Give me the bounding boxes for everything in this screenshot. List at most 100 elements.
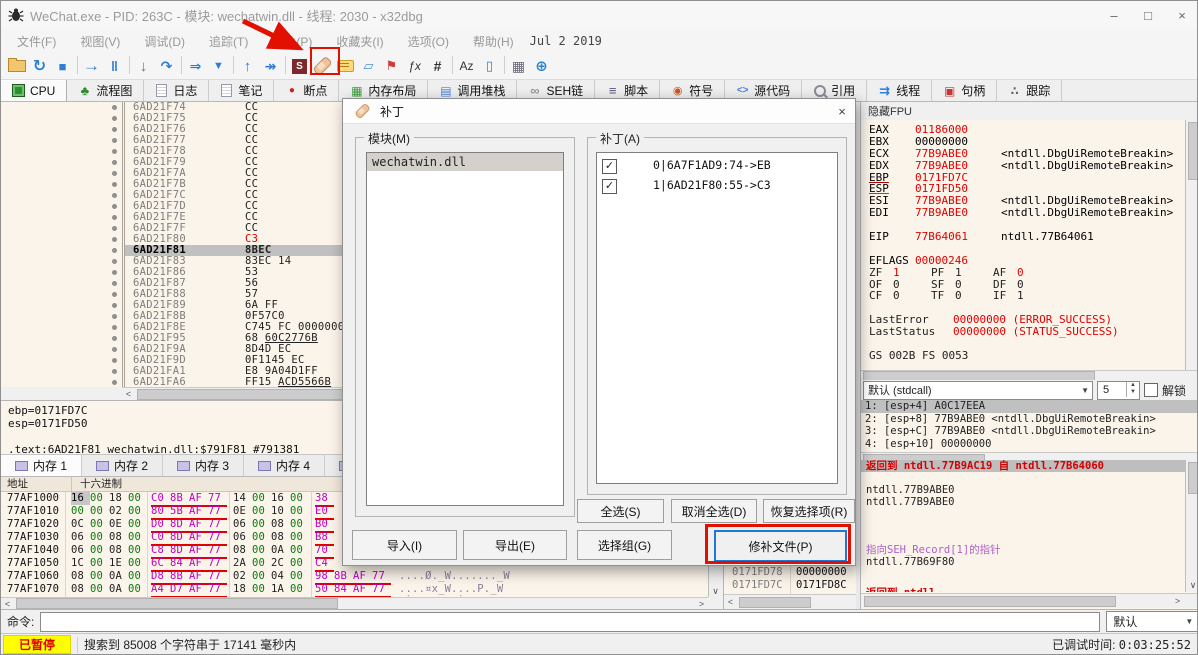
breakpoint-dot-icon[interactable]	[112, 270, 117, 275]
breakpoint-dot-icon[interactable]	[112, 314, 117, 319]
scylla-icon[interactable]: S	[288, 54, 311, 78]
dump-row[interactable]: 77AF1070 08 00 0A 00 A4 D7 AF 77 18 00 1A 00 50 84 AF 77…	[1, 583, 708, 598]
menu-item[interactable]: 插件(P)	[260, 30, 324, 53]
stack-pane-hscrollbar[interactable]: <	[724, 594, 857, 609]
maximize-button[interactable]: □	[1131, 3, 1165, 27]
breakpoint-dot-icon[interactable]	[112, 303, 117, 308]
command-input[interactable]	[40, 611, 1101, 632]
menu-item[interactable]: 视图(V)	[68, 30, 132, 53]
stack-view-row[interactable]	[861, 508, 1185, 520]
menu-item[interactable]: 文件(F)	[5, 30, 68, 53]
register-line[interactable]: ZF 1 PF 1 AF 0	[861, 266, 1185, 279]
breakpoint-gutter[interactable]	[1, 311, 125, 322]
calling-convention-select[interactable]: 默认 (stdcall) ▼	[863, 380, 1093, 400]
register-line[interactable]: GS 002B FS 0053	[861, 349, 1185, 362]
register-line[interactable]: LastStatus 00000000 (STATUS_SUCCESS)	[861, 326, 1185, 338]
bookmarks-icon[interactable]: ⚑	[380, 54, 403, 78]
stack-view-row[interactable]	[861, 520, 1185, 532]
breakpoint-dot-icon[interactable]	[112, 380, 117, 385]
stack-row[interactable]: 0171FD7C 0171FD8C	[724, 579, 857, 592]
breakpoint-gutter[interactable]	[1, 212, 125, 223]
labels-icon[interactable]: ▱	[357, 54, 380, 78]
patch-list[interactable]: ✓ 0|6A7F1AD9:74->EB ✓ 1|6AD21F80:55->C3	[596, 152, 838, 484]
menu-item[interactable]: 追踪(T)	[197, 30, 260, 53]
breakpoint-dot-icon[interactable]	[112, 336, 117, 341]
breakpoint-gutter[interactable]	[1, 223, 125, 234]
menu-item[interactable]: 收藏夹(I)	[324, 30, 395, 53]
tab-流程图[interactable]: ♣ 流程图	[67, 80, 145, 101]
export-button[interactable]: 导出(E)	[463, 530, 567, 560]
breakpoint-dot-icon[interactable]	[112, 347, 117, 352]
open-file-icon[interactable]	[5, 54, 28, 78]
patch-checkbox[interactable]: ✓	[602, 179, 617, 194]
dialog-title-bar[interactable]: 补丁 ×	[343, 99, 855, 124]
tab-日志[interactable]: 日志	[144, 80, 210, 101]
memory-tab-3[interactable]: 内存 3	[163, 455, 245, 476]
breakpoint-dot-icon[interactable]	[112, 281, 117, 286]
stack-view-row[interactable]	[861, 568, 1185, 580]
tab-句柄[interactable]: ▣ 句柄	[932, 80, 998, 101]
registers-vscrollbar[interactable]	[1185, 120, 1197, 370]
pick-groups-button[interactable]: 选择组(G)	[577, 530, 672, 560]
tab-断点[interactable]: ● 断点	[274, 80, 340, 101]
scroll-right-icon[interactable]: >	[1171, 595, 1184, 607]
globe-icon[interactable]: ⊕	[530, 54, 553, 78]
command-script-type-select[interactable]: 默认 ▼	[1106, 611, 1197, 632]
breakpoint-dot-icon[interactable]	[112, 226, 117, 231]
strings-icon[interactable]: Az	[455, 54, 478, 78]
memory-tab-1[interactable]: 内存 1	[1, 455, 83, 476]
argument-count-spinner[interactable]: 5 ▲ ▼	[1097, 380, 1140, 400]
import-button[interactable]: 导入(I)	[352, 530, 457, 560]
scroll-left-icon[interactable]: <	[724, 596, 737, 608]
breakpoint-gutter[interactable]	[1, 333, 125, 344]
tab-笔记[interactable]: 笔记	[209, 80, 275, 101]
close-button[interactable]: ×	[1165, 3, 1197, 27]
breakpoint-gutter[interactable]	[1, 234, 125, 245]
tab-线程[interactable]: ⇉ 线程	[867, 80, 933, 101]
stack-vscrollbar[interactable]: ∨	[1185, 460, 1197, 592]
stack-view-row[interactable]	[861, 532, 1185, 544]
step-out-icon[interactable]: ↑	[236, 54, 259, 78]
stack-row[interactable]: 0171FD78 00000000	[724, 566, 857, 579]
calculator-icon[interactable]: ▦	[507, 54, 530, 78]
hide-fpu-button[interactable]: 隐藏FPU	[861, 102, 1197, 121]
tab-跟踪[interactable]: ∴ 跟踪	[997, 80, 1063, 101]
scroll-right-icon[interactable]: >	[695, 597, 708, 610]
breakpoint-gutter[interactable]	[1, 102, 125, 113]
breakpoint-gutter[interactable]	[1, 157, 125, 168]
step-over-icon[interactable]: ↷	[155, 54, 178, 78]
breakpoint-dot-icon[interactable]	[112, 292, 117, 297]
stack-view-row[interactable]	[861, 472, 1185, 484]
stack-hscrollbar[interactable]: >	[861, 593, 1197, 608]
breakpoint-gutter[interactable]	[1, 377, 125, 387]
breakpoint-gutter[interactable]	[1, 278, 125, 289]
stack-view-row[interactable]: ntdll.77B69F80	[861, 556, 1185, 568]
breakpoint-gutter[interactable]	[1, 113, 125, 124]
register-line[interactable]: EIP 77B64061 ntdll.77B64061	[861, 231, 1185, 243]
select-all-button[interactable]: 全选(S)	[577, 499, 664, 523]
argument-row[interactable]: 3: [esp+C] 77B9ABE0 <ntdll.DbgUiRemoteBr…	[861, 425, 1197, 438]
step-down-icon[interactable]: ▼	[207, 54, 230, 78]
dialog-close-icon[interactable]: ×	[829, 100, 855, 122]
breakpoint-dot-icon[interactable]	[112, 149, 117, 154]
patch-list-item[interactable]: ✓ 0|6A7F1AD9:74->EB	[597, 156, 837, 176]
argument-row[interactable]: 4: [esp+10] 00000000	[861, 438, 1197, 451]
restart-icon[interactable]: ↻	[28, 54, 51, 78]
device-icon[interactable]: ▯	[478, 54, 501, 78]
stack-view[interactable]: 返回到 ntdll.77B9AC19 自 ntdll.77B64060 ntdl…	[861, 460, 1185, 592]
step-into-icon[interactable]: ↓	[132, 54, 155, 78]
functions-icon[interactable]: ƒx	[403, 54, 426, 78]
register-line[interactable]: EDX 77B9ABE0 <ntdll.DbgUiRemoteBreakin>	[861, 159, 1185, 172]
breakpoint-dot-icon[interactable]	[112, 369, 117, 374]
menu-item[interactable]: 帮助(H)	[461, 30, 526, 53]
run-to-user-icon[interactable]: ↠	[259, 54, 282, 78]
run-to-cursor-icon[interactable]: ⇒	[184, 54, 207, 78]
breakpoint-dot-icon[interactable]	[112, 171, 117, 176]
breakpoint-gutter[interactable]	[1, 366, 125, 377]
run-icon[interactable]: →	[80, 54, 103, 78]
stack-view-row[interactable]: 返回到 ntdll.77B9AC19 自 ntdll.77B64060	[861, 460, 1185, 472]
breakpoint-gutter[interactable]	[1, 355, 125, 366]
breakpoint-gutter[interactable]	[1, 267, 125, 278]
breakpoint-dot-icon[interactable]	[112, 127, 117, 132]
argument-row[interactable]: 2: [esp+8] 77B9ABE0 <ntdll.DbgUiRemoteBr…	[861, 413, 1197, 426]
